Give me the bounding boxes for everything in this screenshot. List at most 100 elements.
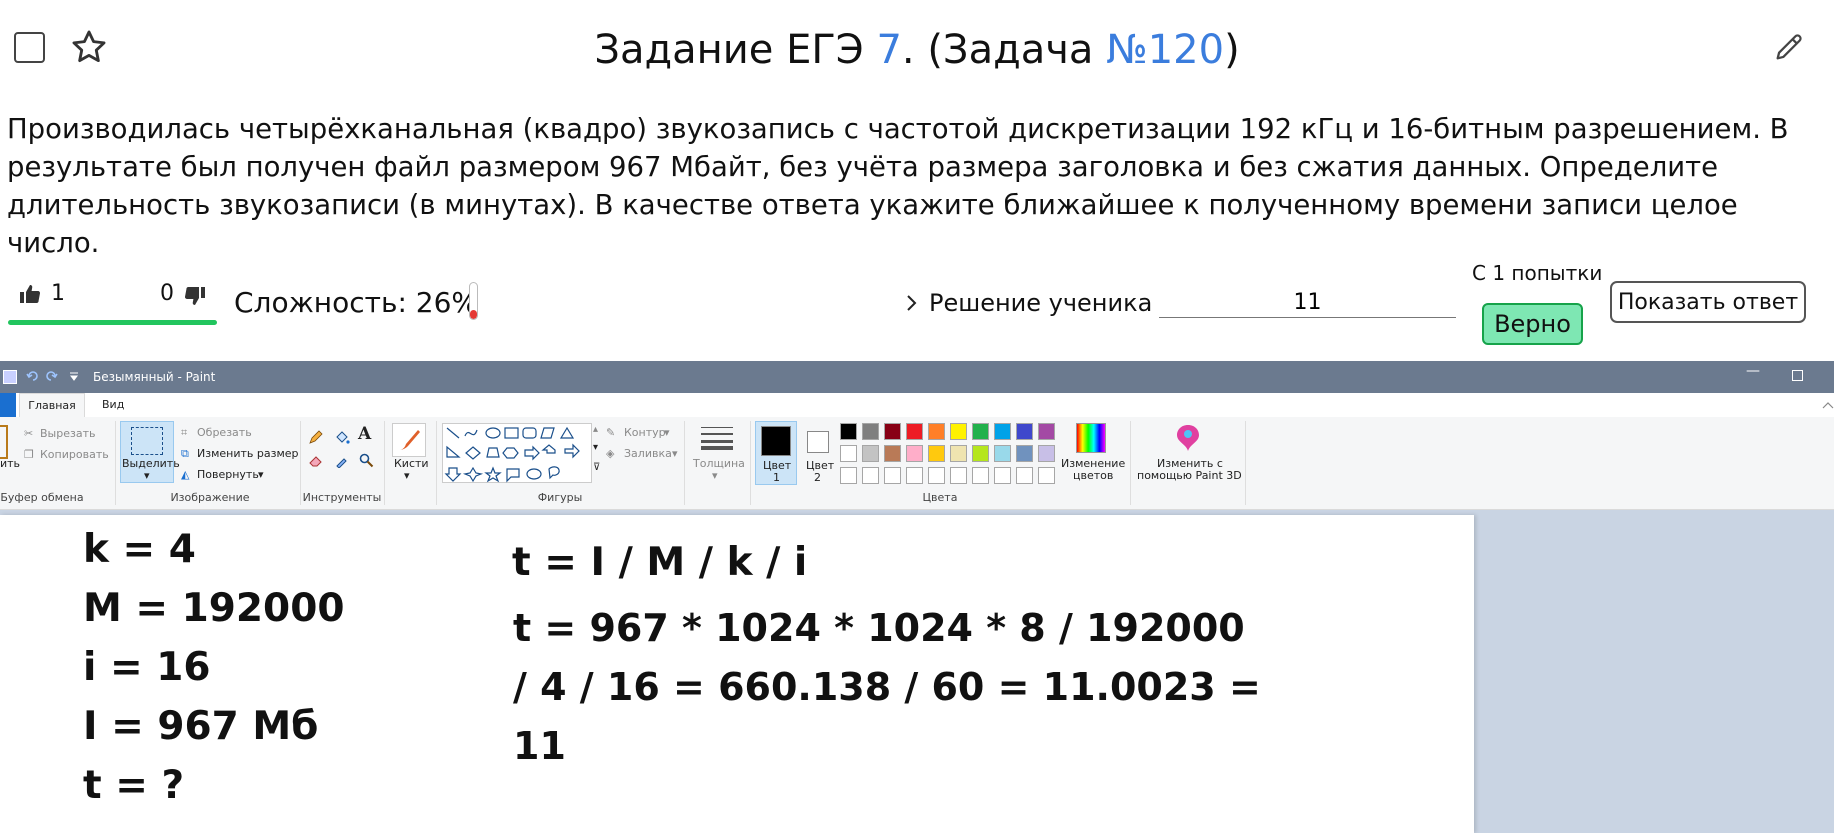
custom-color-slot[interactable]: [1038, 467, 1055, 484]
student-solution-toggle[interactable]: Решение ученика: [905, 287, 1152, 319]
magnifier-icon[interactable]: [358, 452, 374, 468]
palette-color[interactable]: [1016, 445, 1033, 462]
select-button[interactable]: Выделить: [122, 457, 180, 471]
palette-color[interactable]: [1038, 445, 1055, 462]
palette-color[interactable]: [928, 445, 945, 462]
tab-file[interactable]: [0, 393, 16, 417]
copy-button[interactable]: Копировать: [40, 448, 109, 462]
select-dropdown-icon[interactable]: ▾: [144, 469, 150, 483]
quick-access-dropdown-icon[interactable]: [68, 370, 80, 382]
answer-input[interactable]: [1159, 287, 1456, 318]
difficulty-label: Сложность: 26%: [234, 286, 479, 319]
custom-color-slot[interactable]: [906, 467, 923, 484]
paint3d-label-2[interactable]: помощью Paint 3D: [1137, 469, 1242, 483]
paste-button[interactable]: ить: [0, 457, 20, 471]
cut-button[interactable]: Вырезать: [40, 427, 95, 441]
shapes-scroll-down-icon[interactable]: ▾: [593, 441, 598, 455]
custom-color-slot[interactable]: [884, 467, 901, 484]
custom-color-slot[interactable]: [840, 467, 857, 484]
given-t: t = ?: [83, 763, 185, 808]
palette-color[interactable]: [994, 423, 1011, 440]
redo-icon[interactable]: [46, 370, 58, 382]
rotate-icon: ◭: [181, 468, 190, 481]
ribbon-collapse-icon[interactable]: [1822, 401, 1834, 409]
tab-view[interactable]: Вид: [94, 393, 132, 417]
rotate-button[interactable]: Повернуть: [197, 468, 259, 482]
size-dropdown-icon[interactable]: ▾: [712, 469, 718, 483]
size-icon[interactable]: [700, 425, 734, 451]
thumbs-up-icon[interactable]: [18, 282, 42, 306]
paint3d-icon[interactable]: [1175, 423, 1201, 453]
fill-tool-icon[interactable]: [334, 429, 350, 445]
palette-color[interactable]: [994, 445, 1011, 462]
palette-color[interactable]: [1038, 423, 1055, 440]
paste-icon[interactable]: [0, 425, 8, 459]
ribbon-separator: [1245, 421, 1246, 505]
palette-color[interactable]: [928, 423, 945, 440]
palette-color[interactable]: [972, 445, 989, 462]
title-prefix: Задание ЕГЭ: [594, 27, 877, 73]
resize-button[interactable]: Изменить размер: [197, 447, 299, 461]
shapes-gallery[interactable]: [442, 423, 592, 483]
palette-color[interactable]: [840, 423, 857, 440]
text-tool-icon[interactable]: A: [358, 426, 371, 443]
fill-button[interactable]: Заливка: [624, 447, 672, 461]
palette-color[interactable]: [950, 423, 967, 440]
shapes-expand-icon[interactable]: ⊽: [593, 461, 600, 475]
outline-button[interactable]: Контур: [624, 426, 666, 440]
paint-ribbon: ить ✂ Вырезать ❐ Копировать Буфер обмена…: [0, 417, 1834, 510]
save-icon[interactable]: [3, 370, 17, 384]
eraser-tool-icon[interactable]: [308, 452, 324, 468]
color-picker-icon[interactable]: [334, 452, 350, 468]
select-rectangle-icon: [131, 427, 163, 455]
edit-colors-icon[interactable]: [1076, 423, 1106, 453]
tab-home[interactable]: Главная: [19, 393, 85, 417]
problem-number-link[interactable]: №120: [1106, 27, 1224, 73]
task-number-link[interactable]: 7: [876, 27, 901, 73]
pencil-icon[interactable]: [1772, 30, 1806, 64]
attempts-label: С 1 попытки: [1472, 261, 1603, 285]
palette-color[interactable]: [862, 445, 879, 462]
palette-color[interactable]: [840, 445, 857, 462]
brushes-dropdown-icon[interactable]: ▾: [404, 469, 410, 483]
brush-icon[interactable]: [392, 423, 426, 457]
crop-button[interactable]: Обрезать: [197, 426, 252, 440]
palette-color[interactable]: [906, 445, 923, 462]
palette-color[interactable]: [972, 423, 989, 440]
pencil-tool-icon[interactable]: [308, 429, 324, 445]
palette-color[interactable]: [884, 445, 901, 462]
custom-color-slot[interactable]: [1016, 467, 1033, 484]
brushes-button[interactable]: Кисти: [394, 457, 429, 471]
shapes-scroll-up-icon[interactable]: ▴: [593, 423, 598, 437]
custom-color-slot[interactable]: [950, 467, 967, 484]
palette-color[interactable]: [1016, 423, 1033, 440]
undo-icon[interactable]: [26, 370, 38, 382]
color1-number: 1: [773, 471, 780, 484]
fill-dropdown-icon[interactable]: ▾: [672, 447, 678, 461]
show-answer-button[interactable]: Показать ответ: [1610, 281, 1806, 323]
custom-color-slot[interactable]: [862, 467, 879, 484]
resize-icon: ⧉: [181, 447, 189, 460]
thumbs-down-icon[interactable]: [183, 284, 207, 308]
edit-colors-label-2[interactable]: цветов: [1073, 469, 1113, 483]
outline-dropdown-icon[interactable]: ▾: [664, 426, 670, 440]
downvote-count: 0: [160, 281, 174, 306]
ribbon-separator: [750, 421, 751, 505]
size-button[interactable]: Толщина: [693, 457, 745, 471]
rotate-dropdown-icon[interactable]: ▾: [258, 468, 264, 482]
paint-canvas[interactable]: k = 4 M = 192000 i = 16 I = 967 Мб t = ?…: [0, 515, 1474, 833]
minimize-icon[interactable]: —: [1746, 363, 1760, 379]
palette-color[interactable]: [884, 423, 901, 440]
custom-color-slot[interactable]: [972, 467, 989, 484]
ribbon-separator: [115, 421, 116, 505]
verdict-badge: Верно: [1482, 303, 1583, 345]
custom-color-slot[interactable]: [994, 467, 1011, 484]
title-middle: . (Задача: [901, 27, 1107, 73]
custom-color-slot[interactable]: [928, 467, 945, 484]
palette-color[interactable]: [906, 423, 923, 440]
palette-color[interactable]: [862, 423, 879, 440]
maximize-icon[interactable]: [1792, 370, 1803, 381]
color2-swatch[interactable]: [807, 431, 829, 453]
palette-color[interactable]: [950, 445, 967, 462]
outline-icon: ✎: [606, 426, 616, 439]
